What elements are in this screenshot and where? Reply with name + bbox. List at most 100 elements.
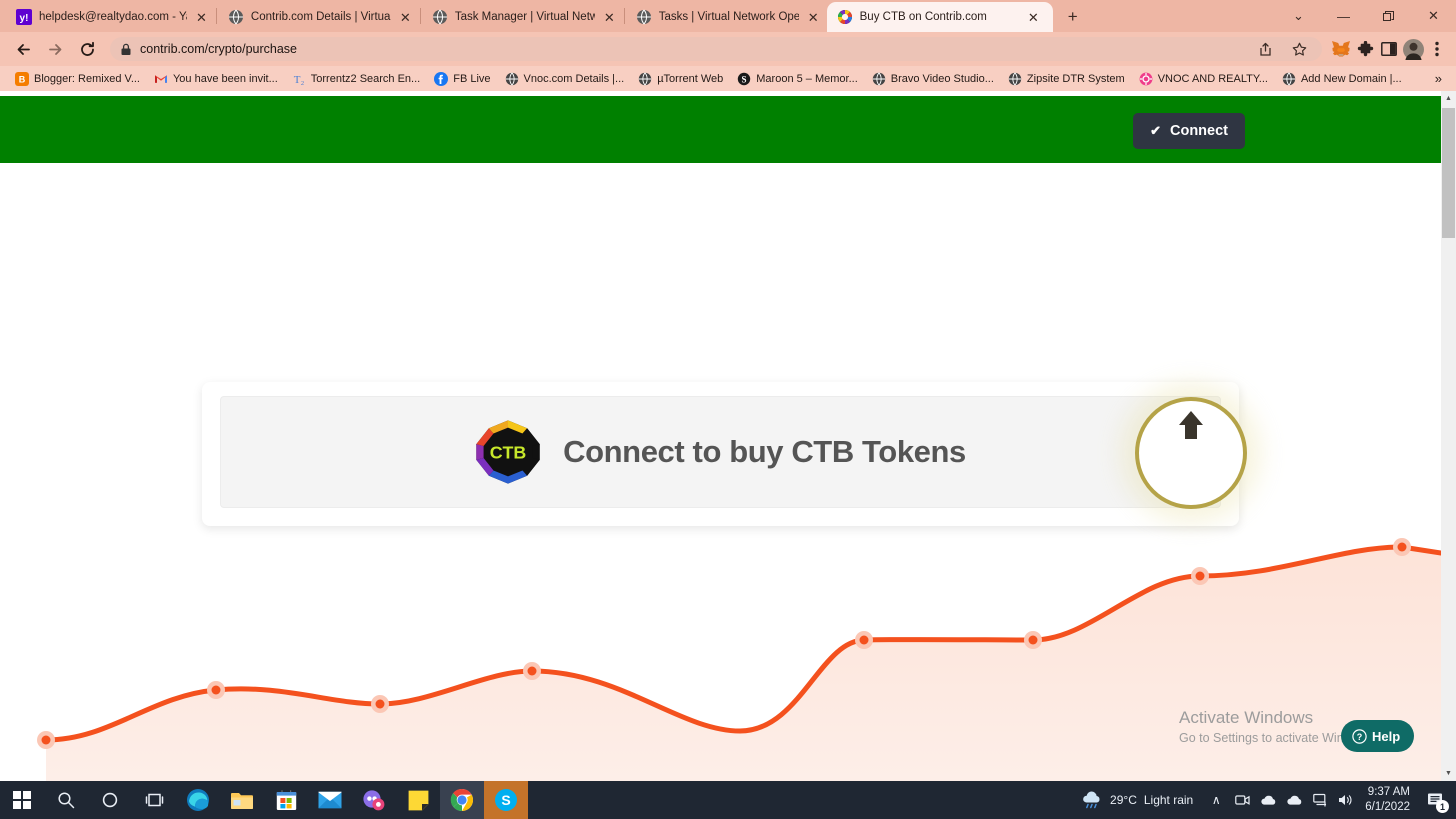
microsoft-store-button[interactable] — [264, 781, 308, 819]
tab-close-icon[interactable]: ✕ — [604, 11, 615, 24]
bookmark-torrentz2[interactable]: T₂ Torrentz2 Search En... — [285, 68, 427, 90]
bookmark-label: Bravo Video Studio... — [890, 72, 994, 85]
reload-button[interactable] — [72, 34, 102, 64]
maximize-button[interactable] — [1366, 0, 1411, 32]
extensions-icon[interactable] — [1354, 38, 1376, 60]
bookmark-maroon5[interactable]: S Maroon 5 – Memor... — [730, 68, 865, 90]
vnoc-icon — [1139, 72, 1153, 85]
address-bar[interactable]: contrib.com/crypto/purchase — [110, 37, 1322, 61]
network-icon[interactable] — [1307, 781, 1333, 819]
chart-marker[interactable] — [211, 685, 221, 695]
bookmark-label: Zipsite DTR System — [1026, 72, 1125, 85]
marker-halo — [1393, 538, 1411, 556]
help-button[interactable]: ? Help — [1341, 720, 1415, 752]
tab-search-chevron-icon[interactable]: ⌄ — [1276, 0, 1321, 32]
back-button[interactable] — [8, 34, 38, 64]
bookmark-bravo-video-studio[interactable]: Bravo Video Studio... — [865, 68, 1001, 90]
globe-favicon — [432, 9, 447, 25]
bookmark-add-new-domain[interactable]: Add New Domain |... — [1275, 68, 1409, 90]
chart-marker[interactable] — [41, 735, 51, 745]
tab-close-icon[interactable]: ✕ — [1028, 11, 1039, 24]
chart-marker[interactable] — [1397, 542, 1407, 552]
new-tab-button[interactable]: + — [1059, 3, 1087, 31]
scrollbar-up-arrow[interactable]: ▲ — [1441, 91, 1456, 106]
browser-tab-buy-ctb[interactable]: Buy CTB on Contrib.com ✕ — [826, 2, 1053, 32]
windows-taskbar: S 29°C Light rain ∧ 9:37 AM 6/1/2022 1 — [0, 781, 1456, 819]
chart-marker[interactable] — [375, 699, 385, 709]
discord-button[interactable] — [352, 781, 396, 819]
scroll-up-circle-button[interactable] — [1135, 397, 1247, 509]
marker-halo — [523, 662, 541, 680]
file-explorer-button[interactable] — [220, 781, 264, 819]
tab-close-icon[interactable]: ✕ — [400, 11, 411, 24]
chart-marker[interactable] — [859, 635, 869, 645]
globe-icon — [1282, 72, 1296, 85]
volume-icon[interactable] — [1333, 781, 1359, 819]
metamask-icon[interactable] — [1330, 38, 1352, 60]
sidepanel-icon[interactable] — [1378, 38, 1400, 60]
globe-favicon — [636, 9, 651, 25]
chrome-button[interactable] — [440, 781, 484, 819]
cortana-icon — [102, 792, 118, 808]
tab-title: helpdesk@realtydao.com - Yahoo — [39, 11, 187, 23]
weather-temperature: 29°C — [1110, 793, 1137, 807]
bookmarks-overflow-button[interactable]: » — [1435, 71, 1448, 86]
onedrive-icon[interactable] — [1281, 781, 1307, 819]
start-button[interactable] — [0, 781, 44, 819]
chart-marker[interactable] — [527, 666, 537, 676]
menu-icon[interactable] — [1426, 38, 1448, 60]
chart-marker[interactable] — [1028, 635, 1038, 645]
torrentz2-icon: T₂ — [294, 74, 305, 86]
browser-tab-tasks[interactable]: Tasks | Virtual Network Operation ✕ — [626, 2, 827, 32]
tab-close-icon[interactable]: ✕ — [808, 11, 819, 24]
browser-tab-yahoo[interactable]: y! helpdesk@realtydao.com - Yahoo ✕ — [6, 2, 215, 32]
chart-marker[interactable] — [1195, 571, 1205, 581]
bookmark-label: Blogger: Remixed V... — [34, 72, 140, 85]
page-scrollbar[interactable]: ▲ ▼ — [1441, 91, 1456, 781]
bookmark-fb-live[interactable]: FB Live — [427, 68, 497, 90]
scrollbar-down-arrow[interactable]: ▼ — [1441, 766, 1456, 781]
notification-center-button[interactable]: 1 — [1420, 781, 1452, 819]
forward-button[interactable] — [40, 34, 70, 64]
marker-halo — [1191, 567, 1209, 585]
chrome-icon — [450, 788, 474, 812]
minimize-button[interactable]: — — [1321, 0, 1366, 32]
marker-halo — [207, 681, 225, 699]
skype-button[interactable]: S — [484, 781, 528, 819]
mail-button[interactable] — [308, 781, 352, 819]
bookmark-vnoc-realty[interactable]: VNOC AND REALTY... — [1132, 68, 1275, 90]
camera-icon[interactable] — [1229, 781, 1255, 819]
cortana-button[interactable] — [88, 781, 132, 819]
bookmark-blogger[interactable]: B Blogger: Remixed V... — [8, 68, 147, 90]
browser-tab-task-manager[interactable]: Task Manager | Virtual Network O ✕ — [422, 2, 623, 32]
search-icon — [58, 792, 75, 809]
search-button[interactable] — [44, 781, 88, 819]
tab-title: Tasks | Virtual Network Operation — [658, 11, 799, 23]
bookmark-star-icon[interactable] — [1288, 38, 1310, 60]
clock-date: 6/1/2022 — [1365, 801, 1410, 813]
scrollbar-thumb[interactable] — [1442, 108, 1455, 238]
tab-close-icon[interactable]: ✕ — [196, 11, 207, 24]
edge-button[interactable] — [176, 781, 220, 819]
cloud-icon[interactable] — [1255, 781, 1281, 819]
sticky-note-icon — [408, 790, 428, 810]
task-view-button[interactable] — [132, 781, 176, 819]
bookmark-utorrent-web[interactable]: µTorrent Web — [631, 68, 730, 90]
connect-button[interactable]: ✔ Connect — [1133, 113, 1245, 149]
tab-title: Buy CTB on Contrib.com — [859, 11, 987, 23]
share-icon[interactable] — [1254, 38, 1276, 60]
discord-icon — [363, 790, 385, 811]
bookmark-vnoc-details[interactable]: Vnoc.com Details |... — [498, 68, 632, 90]
bookmark-zipsite-dtr[interactable]: Zipsite DTR System — [1001, 68, 1132, 90]
sticky-notes-button[interactable] — [396, 781, 440, 819]
browser-tab-contrib-details[interactable]: Contrib.com Details | Virtual Net ✕ — [218, 2, 419, 32]
avatar-icon[interactable] — [1402, 38, 1424, 60]
browser-window: y! helpdesk@realtydao.com - Yahoo ✕ Cont… — [0, 0, 1456, 781]
bookmark-gmail[interactable]: You have been invit... — [147, 68, 285, 90]
marker-halo — [371, 695, 389, 713]
tray-expand-chevron-icon[interactable]: ∧ — [1203, 781, 1229, 819]
close-button[interactable]: ✕ — [1411, 0, 1456, 32]
weather-widget[interactable]: 29°C Light rain — [1071, 791, 1203, 809]
taskbar-clock[interactable]: 9:37 AM 6/1/2022 — [1359, 785, 1420, 815]
tab-title: Task Manager | Virtual Network O — [454, 11, 595, 23]
